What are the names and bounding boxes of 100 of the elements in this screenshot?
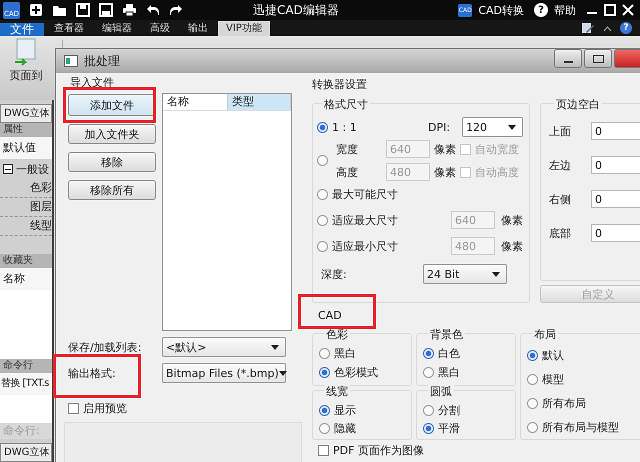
checkbox-label[interactable]: 启用预览 [83,401,127,416]
tree-item[interactable]: 色彩 [0,179,52,198]
panel-tab[interactable]: DWG立体 [0,104,52,123]
radio-label[interactable]: 所有布局与模型 [542,420,619,435]
property-row: 默认值 [0,137,52,159]
field-label: 深度: [320,266,348,282]
radio-button[interactable] [319,422,330,434]
radio-label[interactable]: 1 : 1 [332,120,402,134]
margin-field[interactable]: 0 [591,156,640,174]
radio-button[interactable] [319,348,330,359]
save-icon[interactable] [76,3,90,17]
cad-convert-link[interactable]: CAD转换 [478,2,524,18]
dpi-dropdown[interactable]: 120 [462,117,523,137]
margin-field[interactable]: 0 [591,190,640,208]
radio-button[interactable] [423,422,434,434]
radio-label[interactable]: 白色 [438,346,460,361]
ribbon-button-label[interactable]: 页面到 [10,68,42,83]
menu-tab[interactable]: 输出 [180,21,216,36]
field-label: 保存/加载列表: [68,340,142,354]
pen-icon[interactable] [581,22,595,34]
radio-button[interactable] [527,350,538,362]
margin-field[interactable]: 0 [591,122,640,140]
radio-label[interactable]: 色彩模式 [334,365,378,380]
radio-label[interactable]: 隐藏 [334,420,356,436]
checkbox[interactable] [318,445,329,456]
panel-tab[interactable]: DWG立体 [0,443,52,462]
radio-button[interactable] [317,214,328,226]
dialog-button[interactable]: 移除所有 [68,180,156,200]
radio-button[interactable] [527,398,538,409]
close-icon[interactable] [622,4,634,16]
print-icon[interactable] [122,3,137,17]
checkbox[interactable] [68,403,79,414]
radio-button[interactable] [317,155,328,166]
checkbox-label[interactable]: PDF 页面作为图像 [333,443,424,458]
file-list[interactable]: 名称 类型 [162,93,292,331]
minimize-button[interactable] [554,49,582,68]
radio-label[interactable]: 所有布局 [542,396,586,411]
radio-label[interactable]: 适应最大尺寸 [332,212,402,228]
radio-label[interactable]: 黑白 [438,365,460,380]
field-label: 底部 [549,226,572,240]
field-label: 宽度 [335,142,359,156]
menu-tab[interactable]: 编辑器 [94,21,140,36]
radio-label[interactable]: 模型 [542,372,564,388]
radio-label[interactable]: 默认 [542,348,564,364]
radio-button[interactable] [527,422,538,433]
dialog-button[interactable]: 加入文件夹 [68,124,156,144]
field-label: DPI: [428,120,450,134]
tree-item[interactable]: 线型 [0,217,52,236]
depth-dropdown[interactable]: 24 Bit [423,264,507,284]
new-file-icon[interactable] [29,3,43,17]
tree-item[interactable]: 图层 [0,198,52,217]
radio-button[interactable] [423,367,434,378]
radio-button[interactable] [317,240,328,252]
column-header[interactable]: 类型 [228,94,291,110]
radio-label[interactable]: 适应最小尺寸 [332,238,402,254]
command-output: 替换 [TXT.s [0,373,52,395]
radio-button[interactable] [317,188,328,200]
help-link[interactable]: 帮助 [554,2,576,18]
maximize-button[interactable] [584,49,612,68]
radio-label[interactable]: 显示 [334,402,356,418]
caret-icon [278,370,287,376]
group-title: 背景色 [428,327,465,342]
help-icon[interactable]: ? [534,3,548,17]
collapse-toggle[interactable] [3,164,13,174]
undo-icon[interactable] [146,4,160,16]
folder-icon[interactable] [52,4,67,16]
dialog-button[interactable]: 添加文件 [68,94,156,116]
radio-label[interactable]: 分割 [438,402,460,418]
radio-button[interactable] [317,122,328,132]
help-icon[interactable]: ? [620,22,632,34]
checkbox[interactable] [460,144,471,154]
radio-label[interactable]: 平滑 [438,420,460,436]
unit-label: 像素 [434,164,456,180]
radio-button[interactable] [319,404,330,416]
menu-tab[interactable]: 高级 [142,21,178,36]
format-dropdown[interactable]: Bitmap Files (*.bmp) [162,363,286,383]
menu-tab[interactable]: 查看器 [46,21,92,36]
field-label: 上面 [549,124,572,138]
maximize-icon[interactable] [604,4,616,16]
checkbox[interactable] [460,166,471,178]
caret-icon [492,272,500,276]
radio-label[interactable]: 最大可能尺寸 [332,186,402,202]
margin-field[interactable]: 0 [591,224,640,242]
radio-label[interactable]: 黑白 [334,346,356,361]
caret-icon [271,344,279,350]
tree-item[interactable]: 一般设 [16,162,49,176]
list-dropdown[interactable]: <默认> [162,337,286,357]
redo-icon[interactable] [169,4,183,16]
menu-tab[interactable]: VIP功能 [218,21,270,36]
radio-button[interactable] [527,374,538,386]
collapse-icon[interactable] [603,24,612,32]
radio-button[interactable] [423,348,434,359]
radio-button[interactable] [319,367,330,378]
save-as-icon[interactable] [99,3,113,17]
unit-label: 像素 [501,212,523,228]
radio-button[interactable] [423,404,434,416]
dialog-button[interactable]: 移除 [68,152,156,172]
group-title: 线宽 [324,384,350,399]
file-menu-tab[interactable]: 文件 [0,23,44,36]
section-title: CAD [318,309,343,322]
